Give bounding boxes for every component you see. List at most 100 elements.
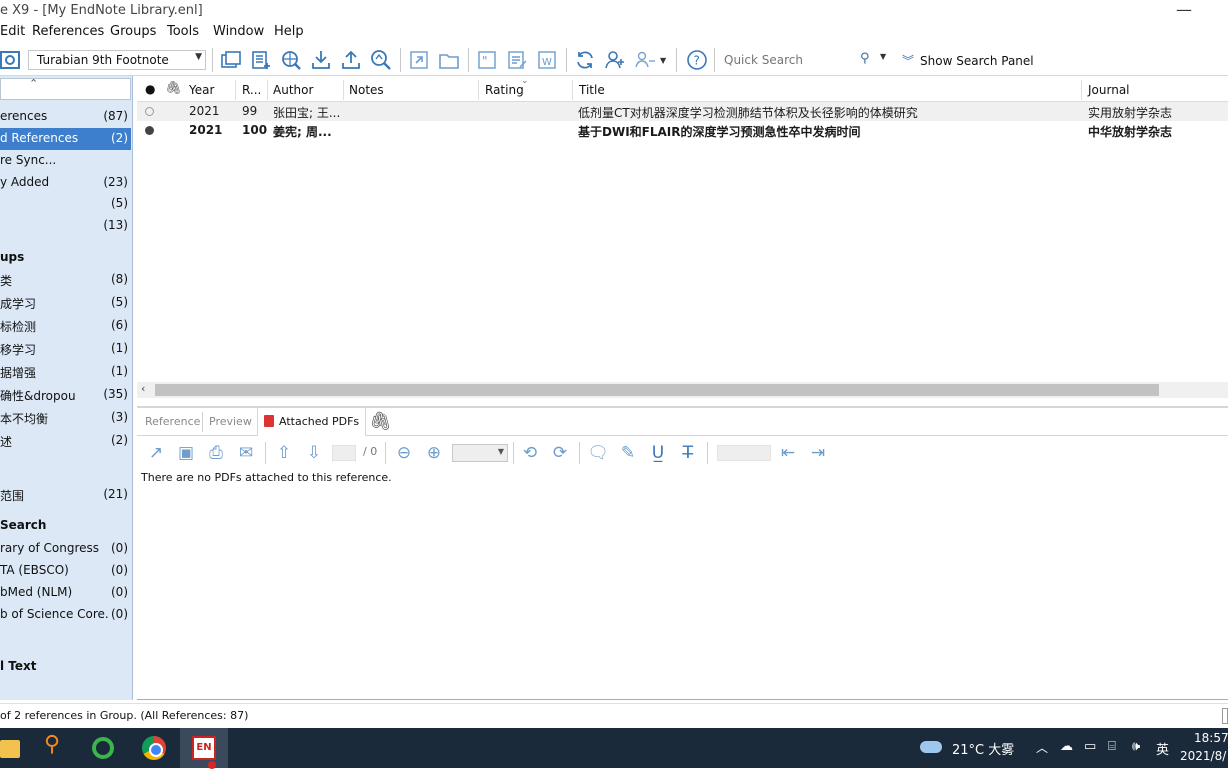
- column-header-author[interactable]: Author: [273, 83, 313, 97]
- zoom-out-icon[interactable]: ⊖: [393, 442, 415, 464]
- table-row[interactable]: 2021 99 张田宝; 王... 低剂量CT对机器深度学习检测肺结节体积及长径…: [137, 102, 1228, 121]
- chrome-icon[interactable]: [142, 736, 166, 760]
- save-icon[interactable]: ▣: [175, 442, 197, 464]
- unread-indicator-icon[interactable]: [145, 107, 154, 116]
- chevron-down-icon[interactable]: ▼: [880, 52, 886, 61]
- minimize-button[interactable]: —: [1176, 0, 1192, 19]
- strikethrough-icon[interactable]: T̶: [677, 442, 699, 464]
- column-header-title[interactable]: Title: [579, 83, 605, 97]
- email-icon[interactable]: ✉: [235, 442, 257, 464]
- tab-preview[interactable]: Preview: [209, 415, 252, 428]
- find-full-text-icon[interactable]: [370, 49, 392, 71]
- zoom-select[interactable]: ▼: [452, 444, 508, 462]
- pdf-search-input[interactable]: [717, 445, 771, 461]
- endnote-icon[interactable]: EN: [192, 736, 216, 760]
- column-divider[interactable]: [478, 80, 479, 100]
- sidebar-item-pubmed[interactable]: bMed (NLM) (0): [0, 582, 131, 604]
- volume-icon[interactable]: 🕪: [1132, 739, 1140, 754]
- arrow-up-icon[interactable]: ⇧: [273, 442, 295, 464]
- menu-tools[interactable]: Tools: [167, 24, 199, 39]
- paperclip-icon[interactable]: 🖇: [369, 411, 392, 432]
- sidebar-item-group[interactable]: 成学习 (5): [0, 292, 131, 314]
- underline-icon[interactable]: U̲: [647, 442, 669, 464]
- sidebar-item-group[interactable]: 范围 (21): [0, 484, 131, 506]
- clock-time[interactable]: 18:57: [1194, 731, 1228, 745]
- find-previous-icon[interactable]: ⇤: [777, 442, 799, 464]
- zoom-in-icon[interactable]: ⊕: [423, 442, 445, 464]
- column-divider[interactable]: [1081, 80, 1082, 100]
- quick-search-input[interactable]: [718, 50, 858, 70]
- sidebar-item-group[interactable]: 类 (8): [0, 269, 131, 291]
- battery-icon[interactable]: ▭: [1084, 739, 1096, 754]
- import-icon[interactable]: [310, 49, 332, 71]
- cloud-tray-icon[interactable]: ☁: [1060, 739, 1073, 754]
- new-reference-icon[interactable]: [250, 49, 272, 71]
- sidebar-group-header-find-full-text[interactable]: l Text: [0, 656, 131, 678]
- tab-attached-pdfs[interactable]: Attached PDFs: [257, 408, 367, 436]
- search-icon[interactable]: ⚲: [860, 51, 870, 66]
- sidebar-item-unfiled[interactable]: (5): [0, 193, 131, 215]
- sidebar-item-group[interactable]: 据增强 (1): [0, 361, 131, 383]
- chevron-down-icon[interactable]: ▼: [660, 56, 666, 65]
- sidebar-group-header-my-groups[interactable]: ups: [0, 247, 131, 269]
- sidebar-item-group[interactable]: 确性&dropou (35): [0, 384, 131, 406]
- export-icon[interactable]: [340, 49, 362, 71]
- output-style-select[interactable]: Turabian 9th Footnote ▼: [28, 50, 206, 70]
- online-search-icon[interactable]: [280, 49, 302, 71]
- open-link-icon[interactable]: [408, 49, 430, 71]
- scroll-left-arrow-icon[interactable]: ‹: [141, 382, 145, 395]
- network-icon[interactable]: ⌸: [1108, 739, 1116, 754]
- column-divider[interactable]: [235, 80, 236, 100]
- page-number-input[interactable]: [332, 445, 356, 461]
- show-search-panel-button[interactable]: ︾ Show Search Panel: [902, 52, 1034, 69]
- group-sharing-icon[interactable]: [634, 49, 656, 71]
- share-library-icon[interactable]: [604, 49, 626, 71]
- column-header-rating[interactable]: Rating: [485, 83, 524, 97]
- sidebar-item-recently-added[interactable]: y Added (23): [0, 172, 131, 194]
- column-header-record-number[interactable]: R...: [242, 83, 261, 97]
- read-indicator-icon[interactable]: [145, 126, 154, 135]
- open-external-icon[interactable]: ↗: [145, 442, 167, 464]
- table-row[interactable]: 2021 100 姜宪; 周... 基于DWI和FLAIR的深度学习预测急性卒中…: [137, 121, 1228, 140]
- sidebar-item-group[interactable]: 标检测 (6): [0, 315, 131, 337]
- sidebar-item-lista-ebsco[interactable]: TA (EBSCO) (0): [0, 560, 131, 582]
- sidebar-item-web-of-science[interactable]: b of Science Core... (0): [0, 604, 131, 626]
- sidebar-collapse-header[interactable]: ⌃: [0, 77, 131, 100]
- help-icon[interactable]: ?: [686, 49, 708, 71]
- menu-window[interactable]: Window: [213, 24, 264, 39]
- rotate-left-icon[interactable]: ⟲: [519, 442, 541, 464]
- open-file-icon[interactable]: [438, 49, 460, 71]
- column-header-year[interactable]: Year: [189, 83, 214, 97]
- clock-date[interactable]: 2021/8/: [1180, 749, 1226, 763]
- menu-references[interactable]: References: [32, 24, 104, 39]
- sidebar-item-imported-references[interactable]: d References (2): [0, 128, 131, 150]
- menu-help[interactable]: Help: [274, 24, 304, 39]
- read-status-column-icon[interactable]: ●: [145, 82, 155, 96]
- format-bibliography-icon[interactable]: [506, 49, 528, 71]
- search-app-icon[interactable]: ⚲: [44, 732, 70, 757]
- sync-icon[interactable]: [574, 49, 596, 71]
- sidebar-item-library-of-congress[interactable]: rary of Congress (0): [0, 538, 131, 560]
- scrollbar-thumb[interactable]: [155, 384, 1159, 396]
- sticky-note-icon[interactable]: 🗨: [587, 442, 609, 464]
- sidebar-group-header-online-search[interactable]: Search: [0, 515, 131, 537]
- resize-grip[interactable]: [1222, 708, 1228, 724]
- file-explorer-icon[interactable]: [0, 740, 20, 758]
- copy-to-library-icon[interactable]: [220, 49, 242, 71]
- online-mode-icon[interactable]: [0, 49, 22, 71]
- paperclip-icon[interactable]: 🖇: [165, 81, 182, 96]
- app-ring-icon[interactable]: [92, 737, 114, 759]
- weather-cloud-icon[interactable]: [920, 741, 942, 753]
- tab-reference[interactable]: Reference: [145, 415, 200, 428]
- sidebar-item-trash[interactable]: (13): [0, 215, 131, 237]
- insert-citation-icon[interactable]: ": [476, 49, 498, 71]
- input-method-indicator[interactable]: 英: [1156, 739, 1169, 758]
- sidebar-item-group[interactable]: 述 (2): [0, 430, 131, 452]
- column-divider[interactable]: [572, 80, 573, 100]
- sidebar-item-configure-sync[interactable]: re Sync...: [0, 150, 131, 172]
- find-next-icon[interactable]: ⇥: [807, 442, 829, 464]
- column-header-notes[interactable]: Notes: [349, 83, 384, 97]
- highlighter-icon[interactable]: ✎: [617, 442, 639, 464]
- chevron-up-icon[interactable]: ︿: [1036, 739, 1048, 756]
- column-divider[interactable]: [343, 80, 344, 100]
